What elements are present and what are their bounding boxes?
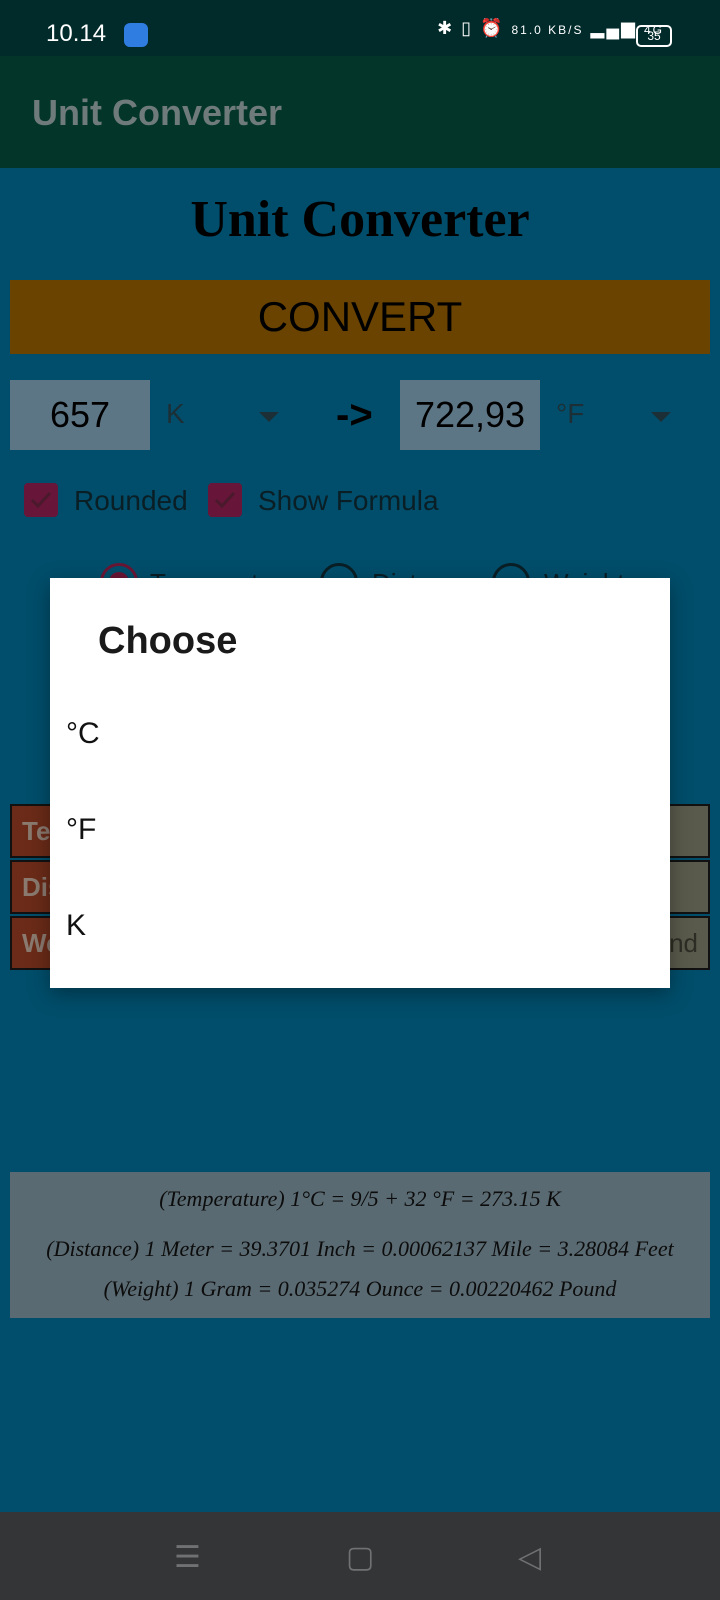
choose-unit-dialog: Choose °C °F K xyxy=(50,578,670,988)
show-formula-label: Show Formula xyxy=(258,485,439,516)
menu-icon[interactable]: ☰ xyxy=(174,1540,201,1575)
check-icon xyxy=(214,491,236,509)
dialog-option-kelvin[interactable]: K xyxy=(50,878,670,974)
formula-distance: (Distance) 1 Meter = 39.3701 Inch = 0.00… xyxy=(46,1236,674,1261)
status-time: 10.14 xyxy=(46,20,107,47)
rounded-checkbox[interactable] xyxy=(24,483,58,517)
from-unit-spinner[interactable]: K xyxy=(166,398,185,430)
formula-panel: (Temperature) 1°C = 9/5 + 32 °F = 273.15… xyxy=(10,1172,710,1318)
chevron-down-icon[interactable] xyxy=(259,412,279,422)
chevron-down-icon[interactable] xyxy=(651,412,671,422)
dialog-title: Choose xyxy=(98,620,238,662)
app-bar-title: Unit Converter xyxy=(32,92,283,133)
formula-weight: (Weight) 1 Gram = 0.035274 Ounce = 0.002… xyxy=(103,1276,617,1301)
status-icons: ✱ ▯ ⏰ 81.0 KB/S ▂▄▆ 4G xyxy=(437,18,664,38)
to-unit-spinner[interactable]: °F xyxy=(556,398,584,430)
dialog-option-fahrenheit[interactable]: °F xyxy=(50,782,670,878)
android-icon xyxy=(124,23,148,47)
dialog-option-celsius[interactable]: °C xyxy=(50,686,670,782)
page-title: Unit Converter xyxy=(190,191,530,248)
from-value-input[interactable]: 657 xyxy=(10,380,150,450)
convert-button[interactable]: CONVERT xyxy=(10,280,710,354)
home-icon[interactable]: ▢ xyxy=(346,1540,374,1575)
show-formula-checkbox[interactable] xyxy=(208,483,242,517)
to-value-display: 722,93 xyxy=(400,380,540,450)
rounded-label: Rounded xyxy=(74,485,188,516)
app-bar: Unit Converter xyxy=(0,56,720,168)
arrow-label: -> xyxy=(336,393,373,437)
formula-temperature: (Temperature) 1°C = 9/5 + 32 °F = 273.15… xyxy=(159,1186,561,1211)
check-icon xyxy=(30,491,52,509)
battery-icon: 35 xyxy=(636,25,672,47)
back-icon[interactable]: ◁ xyxy=(518,1540,541,1575)
navigation-bar: ☰ ▢ ◁ xyxy=(0,1512,720,1600)
status-bar: 10.14 ✱ ▯ ⏰ 81.0 KB/S ▂▄▆ 4G 35 xyxy=(0,0,720,56)
